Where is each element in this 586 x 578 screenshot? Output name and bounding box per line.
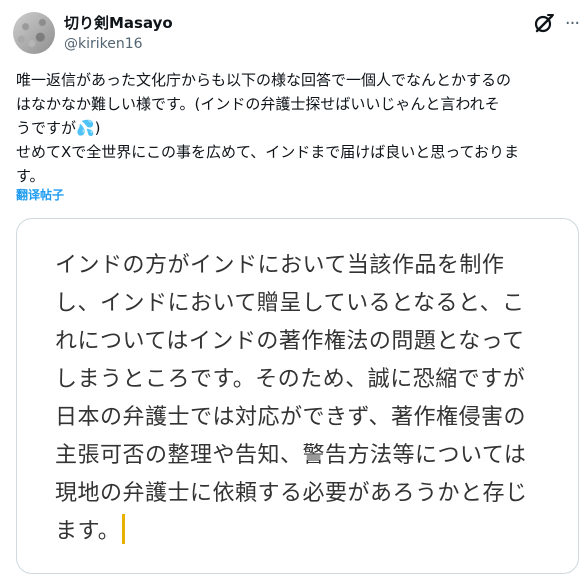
image-text-line: インドの方がインドにおいて当該作品を制作: [55, 253, 505, 278]
tweet-text-line: うですが💦): [16, 119, 101, 137]
image-text-last-line: ます。: [55, 513, 545, 551]
image-text-line: しまうところです。そのため、誠に恐縮ですが: [55, 367, 526, 392]
tweet-text-line: はなかなか難しい様です。(インドの弁護士探せばいいじゃんと言われそ: [16, 95, 500, 113]
grok-icon[interactable]: [533, 13, 555, 35]
tweet-text-line: 唯一返信があった文化庁からも以下の様な回答で一個人でなんとかするの: [16, 71, 512, 89]
text-cursor: [122, 514, 126, 544]
image-text: インドの方がインドにおいて当該作品を制作 し、インドにおいて贈呈しているとなると…: [55, 247, 545, 551]
more-options-icon[interactable]: ···: [562, 14, 582, 34]
image-text-line: ます。: [55, 519, 121, 544]
image-text-line: 主張可否の整理や告知、警告方法等については: [55, 443, 527, 468]
author-handle[interactable]: @kiriken16: [64, 35, 143, 53]
tweet-text: 唯一返信があった文化庁からも以下の様な回答で一個人でなんとかするの はなかなか難…: [16, 68, 578, 188]
author-display-name[interactable]: 切り剣Masayo: [64, 13, 173, 33]
translate-post-link[interactable]: 翻译帖子: [16, 187, 64, 203]
image-text-line: し、インドにおいて贈呈しているとなると、こ: [55, 291, 525, 316]
image-text-line: 日本の弁護士では対応ができず、著作権侵害の: [55, 405, 526, 430]
author-avatar[interactable]: [13, 12, 55, 54]
attached-image[interactable]: インドの方がインドにおいて当該作品を制作 し、インドにおいて贈呈しているとなると…: [16, 218, 579, 574]
tweet-text-line: す。: [16, 167, 45, 185]
tweet-text-line: せめてXで全世界にこの事を広めて、インドまで届けば良いと思っておりま: [16, 143, 520, 161]
image-text-line: 現地の弁護士に依頼する必要があろうかと存じ: [55, 481, 528, 506]
image-text-line: れについてはインドの著作権法の問題となって: [55, 329, 525, 354]
tweet: 切り剣Masayo @kiriken16 ··· 唯一返信があった文化庁からも以…: [0, 0, 586, 578]
